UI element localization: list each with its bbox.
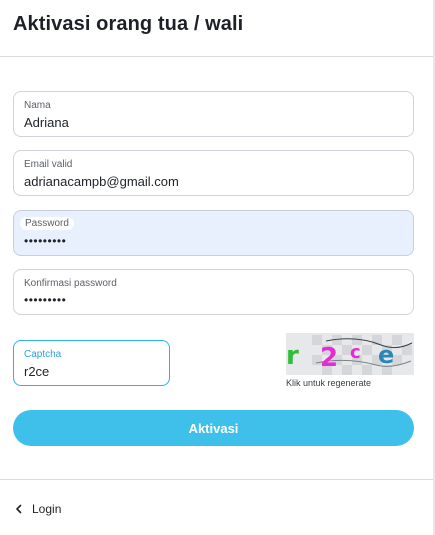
login-link[interactable]: Login [14, 502, 61, 516]
confirm-password-field[interactable]: Konfirmasi password ••••••••• [13, 269, 414, 315]
email-label: Email valid [24, 159, 73, 170]
page-header: Aktivasi orang tua / wali [0, 0, 433, 57]
chevron-left-icon [16, 504, 22, 514]
page-footer: Login [0, 479, 433, 535]
password-field[interactable]: Password ••••••••• [13, 210, 414, 256]
captcha-label: Captcha [24, 349, 62, 360]
name-label: Nama [24, 100, 51, 111]
email-input[interactable]: adrianacampb@gmail.com [24, 174, 394, 189]
captcha-input[interactable]: r2ce [24, 364, 159, 379]
svg-text:r: r [286, 341, 299, 371]
page-title: Aktivasi orang tua / wali [13, 13, 244, 35]
svg-text:2: 2 [320, 343, 338, 373]
captcha-image[interactable]: r 2 c e [286, 333, 414, 375]
name-field[interactable]: Nama Adriana [13, 91, 414, 137]
password-label: Password [20, 217, 74, 230]
activate-button[interactable]: Aktivasi [13, 410, 414, 446]
confirm-password-label: Konfirmasi password [24, 278, 117, 289]
captcha-graphic: r 2 c e [286, 333, 414, 375]
login-label: Login [32, 502, 62, 516]
svg-text:e: e [378, 341, 394, 369]
email-field[interactable]: Email valid adrianacampb@gmail.com [13, 150, 414, 196]
name-input[interactable]: Adriana [24, 115, 394, 130]
captcha-field[interactable]: Captcha r2ce [13, 340, 170, 386]
password-input[interactable]: ••••••••• [24, 234, 66, 248]
captcha-regenerate-hint[interactable]: Klik untuk regenerate [286, 378, 371, 388]
confirm-password-input[interactable]: ••••••••• [24, 293, 66, 307]
svg-text:c: c [350, 342, 361, 363]
